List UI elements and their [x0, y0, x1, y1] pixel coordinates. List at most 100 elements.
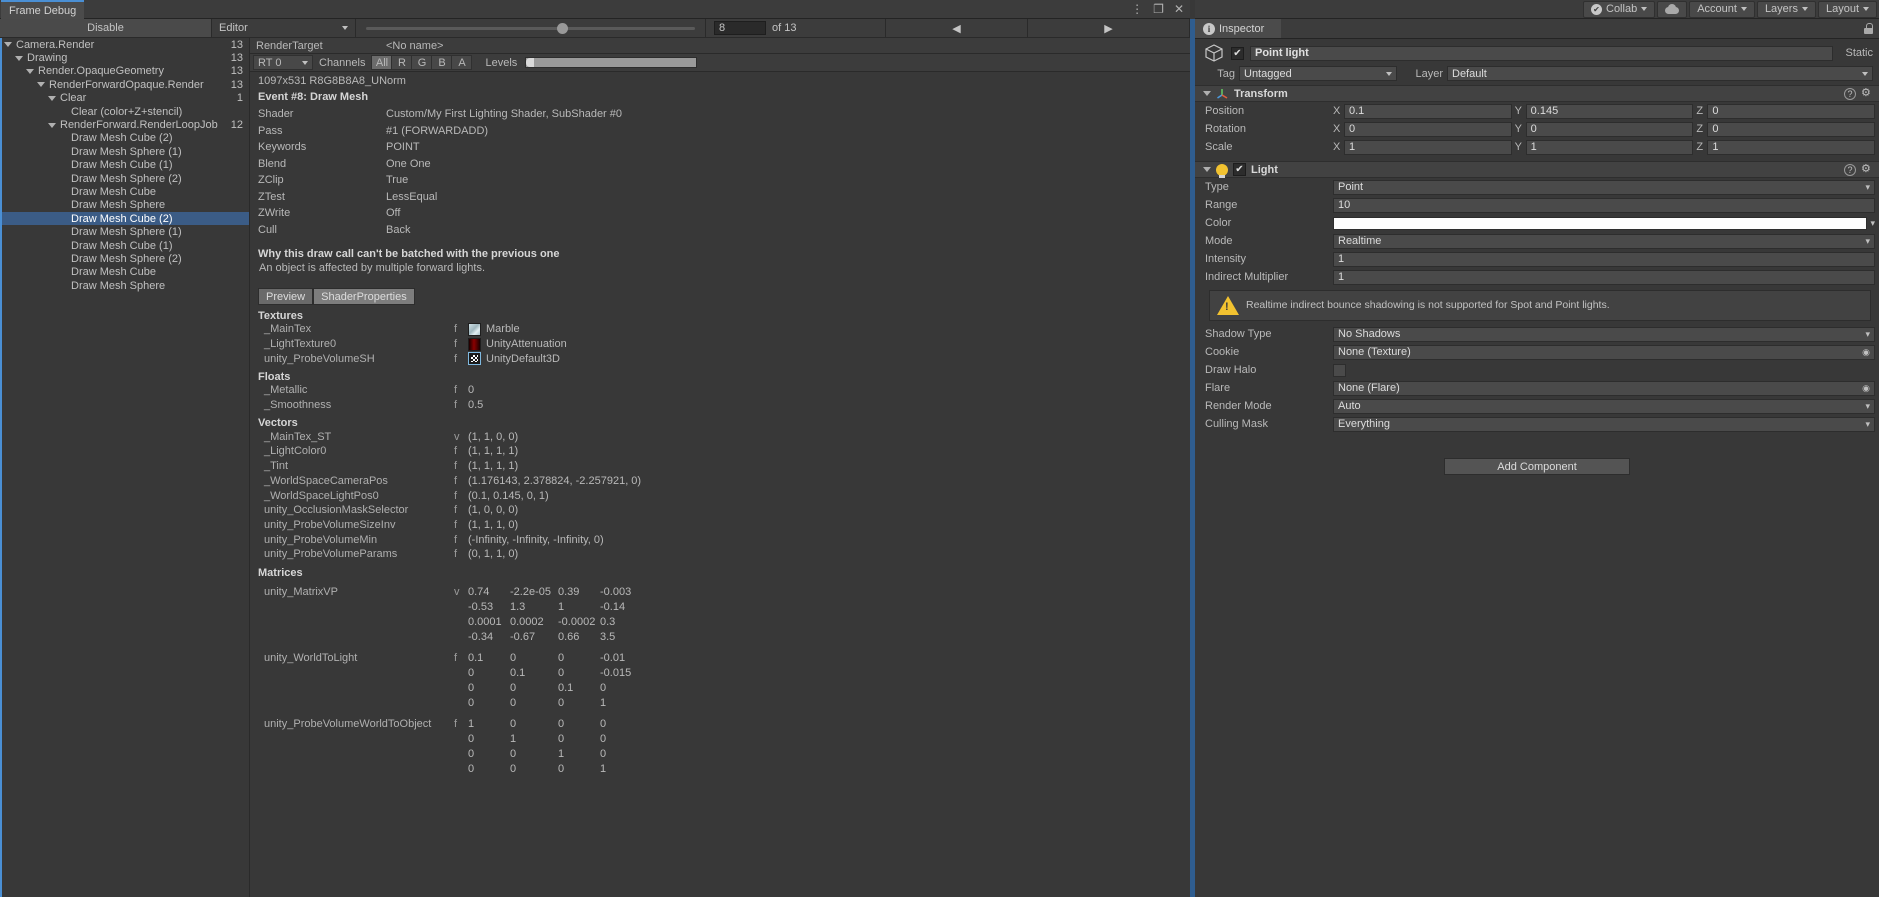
- event-number-value: 8: [719, 22, 726, 34]
- close-icon[interactable]: ✕: [1174, 2, 1184, 16]
- tree-row[interactable]: Draw Mesh Cube: [0, 266, 249, 279]
- channel-button-all[interactable]: All: [371, 55, 393, 70]
- tab-inspector[interactable]: i Inspector: [1195, 19, 1281, 38]
- transform-component-header[interactable]: Transform ? ⚙: [1195, 85, 1879, 102]
- light-type-dropdown[interactable]: Point ▾: [1333, 179, 1875, 195]
- disable-button[interactable]: Disable: [0, 19, 212, 37]
- light-mode-dropdown[interactable]: Realtime ▾: [1333, 233, 1875, 249]
- target-dropdown[interactable]: Editor: [212, 19, 356, 37]
- tree-row[interactable]: RenderForward.RenderLoopJob 12: [0, 118, 249, 131]
- position-z-input[interactable]: 0: [1707, 103, 1876, 119]
- add-component-button[interactable]: Add Component: [1444, 458, 1630, 475]
- tree-row[interactable]: Draw Mesh Sphere (1): [0, 145, 249, 158]
- tree-row-label: Draw Mesh Sphere: [71, 279, 166, 292]
- help-icon[interactable]: ?: [1844, 163, 1856, 176]
- static-toggle[interactable]: Static: [1845, 47, 1873, 59]
- tree-row[interactable]: Draw Mesh Cube: [0, 185, 249, 198]
- light-culling-dropdown[interactable]: Everything ▾: [1333, 416, 1875, 432]
- levels-slider[interactable]: [525, 57, 698, 68]
- light-halo-checkbox[interactable]: [1333, 363, 1346, 377]
- tree-row[interactable]: Draw Mesh Sphere: [0, 199, 249, 212]
- expand-triangle-icon[interactable]: [4, 42, 12, 48]
- account-button[interactable]: Account: [1689, 0, 1755, 18]
- shader-property-type: f: [454, 445, 458, 458]
- collapse-triangle-icon[interactable]: [1203, 167, 1211, 172]
- rotation-z-input[interactable]: 0: [1707, 121, 1876, 137]
- expand-triangle-icon[interactable]: [48, 95, 56, 101]
- draw-state-row: Cull Back: [250, 222, 1190, 239]
- cloud-button[interactable]: [1657, 0, 1688, 18]
- scale-y-input[interactable]: 1: [1525, 139, 1694, 155]
- detail-tab-shaderproperties[interactable]: ShaderProperties: [313, 288, 415, 305]
- axis-y-label: Y: [1514, 123, 1523, 135]
- matrix-cell: -2.2e-05: [510, 585, 551, 598]
- scale-x-input[interactable]: 1: [1344, 139, 1512, 155]
- collab-button[interactable]: ✔ Collab: [1583, 0, 1656, 18]
- tree-row-label-wrap: Draw Mesh Sphere (2): [0, 253, 243, 265]
- channel-button-a[interactable]: A: [451, 55, 473, 70]
- tree-row[interactable]: Draw Mesh Cube (1): [0, 239, 249, 252]
- tree-row[interactable]: Draw Mesh Cube (2): [0, 212, 249, 226]
- help-icon[interactable]: ?: [1844, 87, 1856, 100]
- tree-row[interactable]: Draw Mesh Sphere (2): [0, 252, 249, 265]
- event-tree[interactable]: Camera.Render 13 Drawing 13 Render.OpaqueGeo…: [0, 38, 250, 897]
- expand-triangle-icon[interactable]: [48, 122, 56, 128]
- light-indirect-input[interactable]: 1: [1333, 269, 1875, 285]
- rt-select-dropdown[interactable]: RT 0: [253, 55, 313, 70]
- tree-row[interactable]: Render.OpaqueGeometry 13: [0, 65, 249, 78]
- tree-row[interactable]: Drawing 13: [0, 51, 249, 64]
- gear-icon[interactable]: ⚙: [1861, 163, 1873, 176]
- expand-triangle-icon[interactable]: [15, 55, 23, 61]
- gear-icon[interactable]: ⚙: [1861, 87, 1873, 100]
- position-y-input[interactable]: 0.145: [1525, 103, 1694, 119]
- light-rendermode-dropdown[interactable]: Auto ▾: [1333, 398, 1875, 414]
- event-number-input[interactable]: 8: [714, 21, 766, 35]
- tag-dropdown[interactable]: Untagged: [1239, 66, 1397, 81]
- matrix-values: 0.1 0 0 -0.01 0 0.1 0 -0.015 0 0 0.1 0 0 0 0 1: [468, 651, 660, 711]
- layer-dropdown[interactable]: Default: [1447, 66, 1873, 81]
- position-x-input[interactable]: 0.1: [1344, 103, 1512, 119]
- light-color-swatch[interactable]: [1333, 216, 1868, 230]
- tree-row[interactable]: RenderForwardOpaque.Render 13: [0, 78, 249, 91]
- collapse-triangle-icon[interactable]: [1203, 91, 1211, 96]
- expand-triangle-icon[interactable]: [26, 68, 34, 74]
- light-enabled-checkbox[interactable]: ✔: [1233, 163, 1246, 176]
- light-range-input[interactable]: 10: [1333, 197, 1875, 213]
- gameobject-active-checkbox[interactable]: ✔: [1231, 46, 1244, 60]
- tree-row[interactable]: Draw Mesh Cube (1): [0, 159, 249, 172]
- expand-triangle-icon[interactable]: [37, 82, 45, 88]
- scale-z: Z1: [1696, 139, 1876, 155]
- tree-row[interactable]: Draw Mesh Sphere: [0, 279, 249, 292]
- tree-row[interactable]: Draw Mesh Sphere (1): [0, 225, 249, 238]
- window-menu-icon[interactable]: ⋮: [1131, 3, 1143, 15]
- tab-frame-debug[interactable]: Frame Debug: [1, 0, 85, 19]
- channel-button-g[interactable]: G: [411, 55, 433, 70]
- floats-section-title: Floats: [258, 371, 291, 384]
- light-component-header[interactable]: ✔ Light ? ⚙: [1195, 161, 1879, 178]
- light-flare-field[interactable]: None (Flare) ◉: [1333, 380, 1875, 396]
- tree-row[interactable]: Camera.Render 13: [0, 38, 249, 51]
- tree-row[interactable]: Draw Mesh Sphere (2): [0, 172, 249, 185]
- channel-button-b[interactable]: B: [431, 55, 453, 70]
- light-shadow-dropdown[interactable]: No Shadows ▾: [1333, 326, 1875, 342]
- gameobject-name-input[interactable]: Point light: [1250, 45, 1834, 61]
- tree-row[interactable]: Clear 1: [0, 92, 249, 105]
- event-slider-handle[interactable]: [556, 22, 568, 34]
- scale-z-input[interactable]: 1: [1707, 139, 1876, 155]
- tree-row[interactable]: Draw Mesh Cube (2): [0, 132, 249, 145]
- event-slider-track[interactable]: [366, 22, 695, 34]
- light-intensity-input[interactable]: 1: [1333, 251, 1875, 267]
- light-cookie-field[interactable]: None (Texture) ◉: [1333, 344, 1875, 360]
- layers-button[interactable]: Layers: [1756, 0, 1816, 18]
- layout-button[interactable]: Layout: [1817, 0, 1877, 18]
- channel-button-r[interactable]: R: [391, 55, 413, 70]
- detail-tab-preview[interactable]: Preview: [258, 288, 314, 305]
- rotation-x-input[interactable]: 0: [1344, 121, 1512, 137]
- rotation-y-input[interactable]: 0: [1525, 121, 1694, 137]
- tree-row[interactable]: Clear (color+Z+stencil): [0, 105, 249, 118]
- event-slider[interactable]: [356, 19, 706, 37]
- inspector-lock-button[interactable]: [1857, 19, 1879, 38]
- prev-event-button[interactable]: ◀: [886, 19, 1028, 37]
- maximize-icon[interactable]: ❐: [1153, 2, 1164, 16]
- next-event-button[interactable]: ▶: [1028, 19, 1190, 37]
